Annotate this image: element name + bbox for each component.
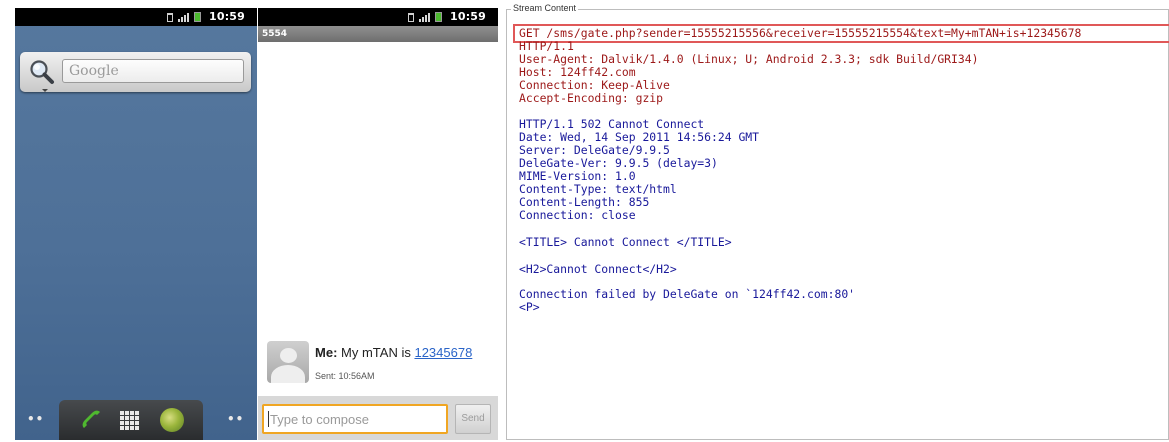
status-bar: 10:59 bbox=[15, 8, 257, 26]
search-placeholder: Google bbox=[69, 63, 119, 79]
page-indicator-left-icon[interactable]: •• bbox=[27, 412, 44, 426]
stream-title: Stream Content bbox=[511, 3, 579, 13]
search-input[interactable]: Google bbox=[62, 59, 244, 83]
usb-icon bbox=[167, 13, 173, 22]
message-body: My mTAN is bbox=[341, 345, 411, 360]
status-bar: 10:59 bbox=[258, 8, 498, 26]
home-screen: 10:59 Google •• •• bbox=[15, 8, 257, 440]
response-line: Connection failed by DeleGate on `124ff4… bbox=[519, 287, 856, 301]
status-icons bbox=[167, 12, 201, 22]
launcher-dock: •• •• bbox=[15, 394, 257, 440]
status-icons bbox=[408, 12, 442, 22]
browser-globe-icon[interactable] bbox=[160, 408, 184, 432]
message-text: Me: My mTAN is 12345678 bbox=[315, 345, 473, 360]
response-line: <H2>Cannot Connect</H2> bbox=[519, 262, 677, 276]
response-line: <TITLE> Cannot Connect </TITLE> bbox=[519, 235, 732, 249]
status-clock: 10:59 bbox=[208, 10, 245, 23]
battery-icon bbox=[435, 12, 442, 22]
compose-placeholder: Type to compose bbox=[270, 412, 369, 427]
compose-bar: Type to compose Send bbox=[258, 396, 498, 440]
messaging-screen: 10:59 5554 Me: My mTAN is 12345678 Sent:… bbox=[258, 8, 498, 440]
compose-input[interactable]: Type to compose bbox=[262, 404, 448, 434]
google-search-widget[interactable]: Google bbox=[20, 52, 251, 92]
message-timestamp: Sent: 10:56AM bbox=[315, 371, 375, 381]
request-line: Accept-Encoding: gzip bbox=[519, 91, 664, 105]
dropdown-triangle-icon[interactable] bbox=[42, 89, 48, 92]
response-line: <P> bbox=[519, 300, 540, 314]
stream-content-panel: Stream Content GET /sms/gate.php?sender=… bbox=[504, 0, 1169, 442]
contact-number: 5554 bbox=[262, 29, 288, 39]
page-indicator-right-icon[interactable]: •• bbox=[227, 412, 244, 426]
conversation-title-bar: 5554 bbox=[258, 26, 498, 42]
usb-icon bbox=[408, 13, 414, 22]
status-clock: 10:59 bbox=[449, 10, 486, 23]
message-number-link[interactable]: 12345678 bbox=[414, 345, 472, 360]
response-line: Connection: close bbox=[519, 208, 636, 222]
send-button[interactable]: Send bbox=[455, 404, 491, 434]
app-drawer-icon[interactable] bbox=[120, 411, 139, 430]
request-line: GET /sms/gate.php?sender=15555215556&rec… bbox=[519, 26, 1082, 40]
message-sender: Me bbox=[315, 345, 334, 360]
dock-tray bbox=[59, 400, 203, 440]
signal-icon bbox=[178, 12, 189, 22]
battery-icon bbox=[194, 12, 201, 22]
signal-icon bbox=[419, 12, 430, 22]
contact-avatar[interactable] bbox=[267, 341, 309, 383]
search-icon bbox=[30, 60, 54, 84]
text-cursor bbox=[268, 411, 269, 427]
phone-icon[interactable] bbox=[79, 407, 105, 433]
